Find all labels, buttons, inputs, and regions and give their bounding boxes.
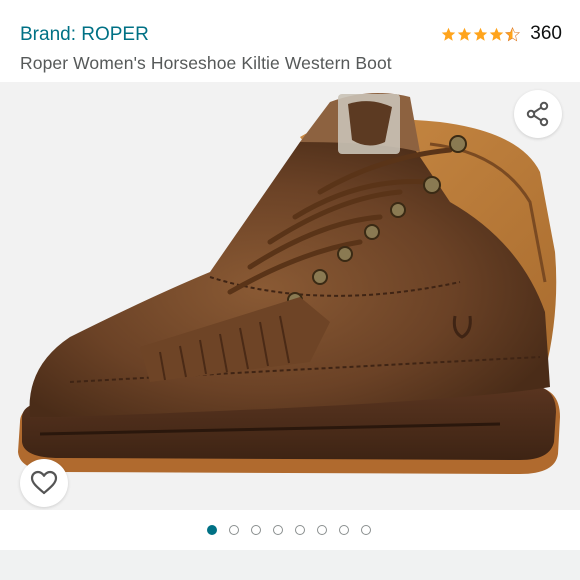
product-title: Roper Women's Horseshoe Kiltie Western B…	[20, 53, 392, 73]
star-icon	[458, 27, 472, 41]
heart-icon	[30, 470, 58, 495]
share-button[interactable]	[514, 90, 562, 138]
section-divider	[0, 550, 580, 580]
wishlist-button[interactable]	[20, 459, 68, 507]
image-pager	[0, 520, 580, 540]
pager-dot[interactable]	[228, 525, 239, 535]
pager-dot[interactable]	[338, 525, 349, 535]
pager-dot[interactable]	[316, 525, 327, 535]
rating-summary[interactable]: 360	[441, 23, 562, 45]
pager-dot[interactable]	[360, 525, 371, 535]
image-gallery[interactable]	[0, 82, 580, 510]
star-icon	[474, 27, 488, 41]
share-icon	[526, 101, 549, 127]
star-icon	[442, 27, 456, 41]
pager-dot[interactable]	[294, 525, 305, 535]
half-star-icon	[505, 26, 521, 41]
rating-count: 360	[530, 23, 562, 44]
star-rating	[441, 26, 521, 42]
pager-dot[interactable]	[206, 525, 217, 535]
product-image[interactable]	[0, 82, 580, 510]
pager-dot[interactable]	[272, 525, 283, 535]
brand-link[interactable]: Brand: ROPER	[20, 24, 149, 46]
product-header: Brand: ROPER 360 Roper Women's Horseshoe…	[0, 0, 580, 80]
pager-dot[interactable]	[250, 525, 261, 535]
star-icon	[490, 27, 504, 41]
